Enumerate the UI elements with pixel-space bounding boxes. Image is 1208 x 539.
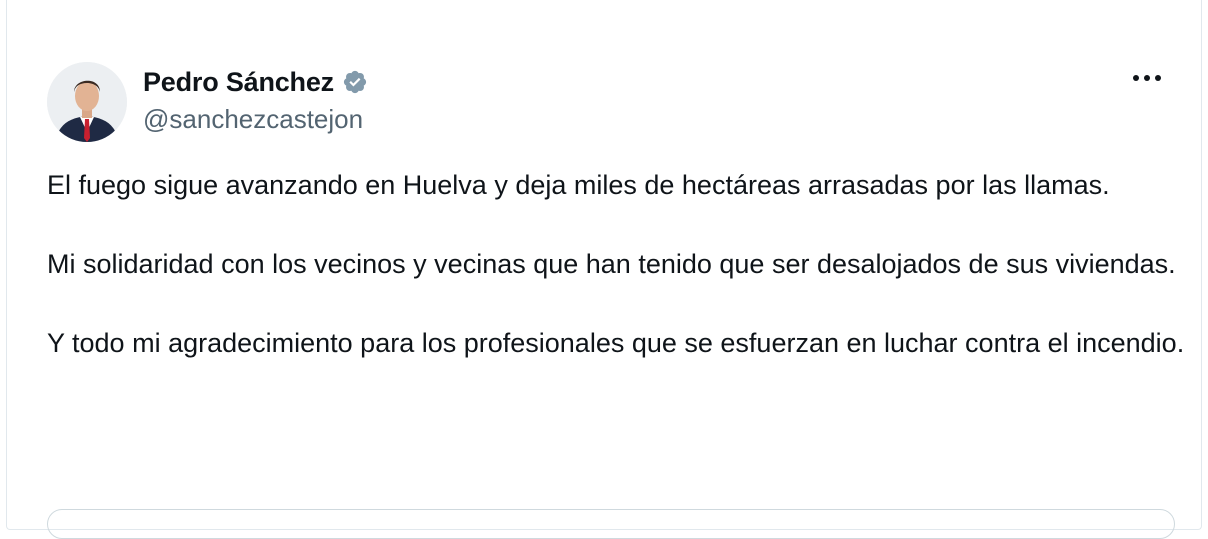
more-options-button[interactable] [1129, 62, 1165, 94]
tweet-paragraph: Y todo mi agradecimiento para los profes… [47, 328, 1185, 358]
media-embed[interactable] [47, 509, 1175, 539]
avatar-image [47, 62, 127, 142]
author-name[interactable]: Pedro Sánchez [143, 67, 334, 98]
author-row: Pedro Sánchez [143, 64, 368, 100]
more-horizontal-icon [1133, 75, 1161, 81]
verified-badge-icon [342, 69, 368, 95]
tweet-paragraph: El fuego sigue avanzando en Huelva y dej… [47, 170, 1110, 200]
tweet-text: El fuego sigue avanzando en Huelva y dej… [47, 166, 1197, 363]
avatar[interactable] [47, 62, 127, 142]
tweet-card: Pedro Sánchez @sanchezcastejon El fuego … [6, 0, 1202, 539]
tweet-paragraph: Mi solidaridad con los vecinos y vecinas… [47, 249, 1176, 279]
author-handle[interactable]: @sanchezcastejon [143, 104, 363, 135]
